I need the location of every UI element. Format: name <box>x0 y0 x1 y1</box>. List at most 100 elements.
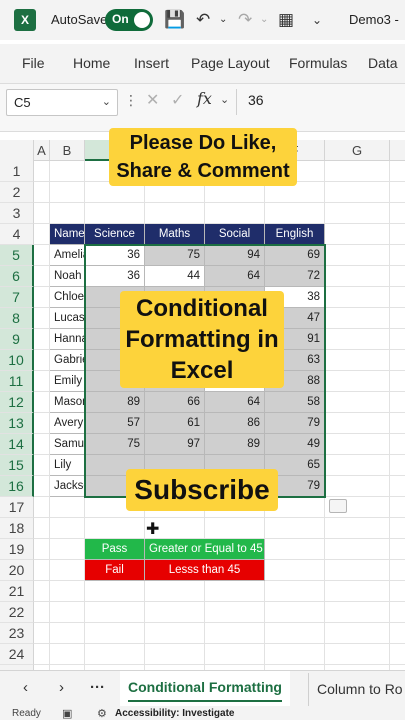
chevron-down-icon[interactable]: ⌄ <box>102 95 111 108</box>
score-cell[interactable]: 66 <box>145 392 205 413</box>
table-icon[interactable]: ▦ <box>278 9 294 31</box>
cancel-icon[interactable]: ✕ <box>146 90 159 110</box>
fail-label-cell[interactable]: Fail <box>85 560 145 581</box>
row-header-7[interactable]: 7 <box>0 287 34 308</box>
row-header-21[interactable]: 21 <box>0 581 34 602</box>
name-cell[interactable]: Jackson <box>50 476 85 497</box>
column-header-a[interactable]: A <box>34 140 50 161</box>
table-header-names[interactable]: Names <box>50 224 85 245</box>
name-cell[interactable]: Mason <box>50 392 85 413</box>
row-header-18[interactable]: 18 <box>0 518 34 539</box>
table-header-science[interactable]: Science <box>85 224 145 245</box>
tab-formulas[interactable]: Formulas <box>289 55 347 71</box>
row-header-19[interactable]: 19 <box>0 539 34 560</box>
more-sheets-icon[interactable]: ··· <box>90 679 105 696</box>
score-cell[interactable]: 75 <box>85 434 145 455</box>
score-cell[interactable]: 57 <box>85 413 145 434</box>
column-header-g[interactable]: G <box>325 140 390 161</box>
name-cell[interactable]: Chloe <box>50 287 85 308</box>
row-header-2[interactable]: 2 <box>0 182 34 203</box>
pass-rule-cell[interactable]: Greater or Equal to 45 <box>145 539 265 560</box>
row-header-6[interactable]: 6 <box>0 266 34 287</box>
customize-icon[interactable]: ⌄ <box>312 9 322 31</box>
row-header-20[interactable]: 20 <box>0 560 34 581</box>
row-header-10[interactable]: 10 <box>0 350 34 371</box>
score-cell[interactable]: 72 <box>265 266 325 287</box>
save-icon[interactable]: 💾 <box>164 9 185 31</box>
tab-data[interactable]: Data <box>368 55 398 71</box>
row-header-11[interactable]: 11 <box>0 371 34 392</box>
name-cell[interactable]: Lucas <box>50 308 85 329</box>
score-cell[interactable]: 79 <box>265 413 325 434</box>
redo-dropdown-icon[interactable]: ⌄ <box>260 9 268 31</box>
score-cell[interactable]: 86 <box>205 413 265 434</box>
row-header-4[interactable]: 4 <box>0 224 34 245</box>
score-cell[interactable]: 36 <box>85 266 145 287</box>
score-cell[interactable]: 89 <box>85 392 145 413</box>
score-cell[interactable]: 44 <box>145 266 205 287</box>
row-header-24[interactable]: 24 <box>0 644 34 665</box>
autosave-toggle[interactable]: On <box>105 9 153 31</box>
row-header-8[interactable]: 8 <box>0 308 34 329</box>
score-cell[interactable]: 94 <box>205 245 265 266</box>
score-cell[interactable]: 69 <box>265 245 325 266</box>
undo-icon[interactable]: ↶ <box>196 9 210 31</box>
row-header-16[interactable]: 16 <box>0 476 34 497</box>
accessibility-status[interactable]: Accessibility: Investigate <box>115 708 235 719</box>
name-cell[interactable]: Samuel <box>50 434 85 455</box>
name-cell[interactable]: Hannah <box>50 329 85 350</box>
chevron-right-icon[interactable]: › <box>59 679 64 696</box>
row-header-15[interactable]: 15 <box>0 455 34 476</box>
row-header-17[interactable]: 17 <box>0 497 34 518</box>
tab-home[interactable]: Home <box>73 55 110 71</box>
pass-label-cell[interactable]: Pass <box>85 539 145 560</box>
row-header-3[interactable]: 3 <box>0 203 34 224</box>
score-cell[interactable]: 75 <box>145 245 205 266</box>
insert-function-icon[interactable]: fx <box>197 89 212 108</box>
accessibility-icon[interactable]: ⚙ <box>97 707 107 720</box>
function-dropdown-icon[interactable]: ⌄ <box>220 93 229 106</box>
macro-icon[interactable]: ▣ <box>62 707 72 720</box>
sheet-tab-conditional-formatting[interactable]: Conditional Formatting <box>120 671 290 706</box>
tab-page-layout[interactable]: Page Layout <box>191 55 270 71</box>
tab-file[interactable]: File <box>22 55 45 71</box>
row-header-12[interactable]: 12 <box>0 392 34 413</box>
row-header-5[interactable]: 5 <box>0 245 34 266</box>
score-cell[interactable]: 64 <box>205 266 265 287</box>
formula-input[interactable]: 36 <box>248 92 264 108</box>
score-cell[interactable]: 64 <box>205 392 265 413</box>
table-header-english[interactable]: English <box>265 224 325 245</box>
tab-insert[interactable]: Insert <box>134 55 169 71</box>
column-header-b[interactable]: B <box>50 140 85 161</box>
name-cell[interactable]: Avery <box>50 413 85 434</box>
select-all-corner[interactable] <box>0 140 34 161</box>
row-header-23[interactable]: 23 <box>0 623 34 644</box>
spreadsheet-grid[interactable]: ABCDEFG123456789101112131415161718192021… <box>0 140 405 670</box>
score-cell[interactable]: 61 <box>145 413 205 434</box>
score-cell[interactable]: 89 <box>205 434 265 455</box>
name-cell[interactable]: Lily <box>50 455 85 476</box>
sheet-tab-column-to-row[interactable]: Column to Ro <box>308 673 405 708</box>
score-cell[interactable]: 49 <box>265 434 325 455</box>
drag-handle-icon[interactable]: ⋮ <box>124 92 138 109</box>
chevron-left-icon[interactable]: ‹ <box>23 679 28 696</box>
name-cell[interactable]: Noah <box>50 266 85 287</box>
fail-rule-cell[interactable]: Lesss than 45 <box>145 560 265 581</box>
row-header-14[interactable]: 14 <box>0 434 34 455</box>
row-header-9[interactable]: 9 <box>0 329 34 350</box>
quick-analysis-icon[interactable] <box>329 499 347 513</box>
table-header-social[interactable]: Social <box>205 224 265 245</box>
row-header-1[interactable]: 1 <box>0 161 34 182</box>
name-cell[interactable]: Emily <box>50 371 85 392</box>
name-cell[interactable]: Amelia <box>50 245 85 266</box>
score-cell[interactable]: 58 <box>265 392 325 413</box>
confirm-icon[interactable]: ✓ <box>171 90 184 110</box>
table-header-maths[interactable]: Maths <box>145 224 205 245</box>
score-cell[interactable]: 97 <box>145 434 205 455</box>
name-box[interactable]: C5 ⌄ <box>6 89 118 116</box>
name-cell[interactable]: Gabriel <box>50 350 85 371</box>
row-header-13[interactable]: 13 <box>0 413 34 434</box>
score-cell[interactable]: 36 <box>85 245 145 266</box>
redo-icon[interactable]: ↷ <box>238 9 252 31</box>
row-header-22[interactable]: 22 <box>0 602 34 623</box>
